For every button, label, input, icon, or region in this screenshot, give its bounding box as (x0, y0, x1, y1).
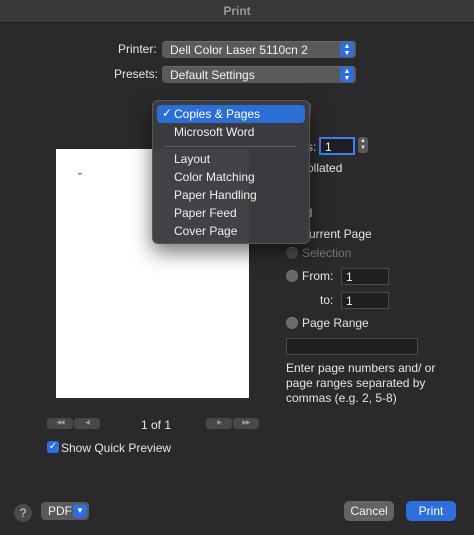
from-label: From: (302, 269, 334, 283)
selection-radio (286, 247, 298, 259)
title-bar: Print (0, 0, 474, 23)
menu-item-color-matching[interactable]: Color Matching (157, 168, 305, 186)
first-page-button[interactable]: ◀◀ (47, 418, 73, 429)
quick-preview-checkbox[interactable]: ✓ (47, 441, 59, 453)
menu-separator (165, 146, 297, 147)
pages-current-label: urrent Page (309, 227, 372, 241)
checkmark-icon: ✓ (162, 106, 173, 120)
section-menu: ✓ Copies & Pages Microsoft Word Layout C… (152, 100, 310, 244)
page-range-field[interactable] (286, 338, 418, 355)
menu-item-paper-handling[interactable]: Paper Handling (157, 186, 305, 204)
menu-item-label: Copies & Pages (174, 107, 261, 121)
copies-stepper[interactable]: ▲ ▼ (358, 137, 368, 153)
copies-value: 1 (325, 140, 332, 154)
from-value: 1 (346, 270, 353, 284)
menu-item-label: Layout (174, 152, 211, 166)
menu-item-label: Microsoft Word (174, 125, 255, 139)
popup-arrows-icon: ▲ ▼ (340, 67, 354, 82)
presets-value: Default Settings (170, 68, 255, 82)
last-page-button[interactable]: ▶▶ (233, 418, 259, 429)
quick-preview-label: Show Quick Preview (61, 441, 172, 455)
pdf-label: PDF (48, 504, 72, 518)
page-range-label: Page Range (302, 316, 369, 330)
pdf-menu-button[interactable]: PDF ▼ (41, 502, 89, 520)
page-indicator: 1 of 1 (141, 418, 172, 432)
menu-item-label: Cover Page (174, 224, 238, 238)
chevron-down-icon: ▼ (73, 504, 87, 518)
menu-item-label: Paper Feed (174, 206, 237, 220)
menu-item-layout[interactable]: Layout (157, 150, 305, 168)
cancel-button[interactable]: Cancel (344, 501, 394, 521)
help-button[interactable]: ? (14, 504, 32, 522)
menu-item-microsoft-word[interactable]: Microsoft Word (157, 123, 305, 141)
menu-item-label: Color Matching (174, 170, 255, 184)
to-label: to: (320, 293, 334, 307)
printer-label: Printer: (118, 42, 157, 56)
prev-page-button[interactable]: ◀ (74, 418, 100, 429)
printer-popup[interactable]: Dell Color Laser 5110cn 2 ▲ ▼ (162, 41, 356, 58)
selection-label: Selection (302, 246, 352, 260)
presets-label: Presets: (114, 67, 159, 81)
menu-item-paper-feed[interactable]: Paper Feed (157, 204, 305, 222)
menu-item-copies-pages[interactable]: ✓ Copies & Pages (157, 105, 305, 123)
print-button[interactable]: Print (406, 501, 456, 521)
from-radio[interactable] (286, 270, 298, 282)
window-title: Print (223, 4, 251, 18)
collated-label: ollated (307, 161, 343, 175)
menu-item-cover-page[interactable]: Cover Page (157, 222, 305, 240)
menu-item-label: Paper Handling (174, 188, 257, 202)
printer-value: Dell Color Laser 5110cn 2 (170, 43, 308, 57)
from-field[interactable]: 1 (341, 268, 389, 285)
to-field[interactable]: 1 (341, 292, 389, 309)
presets-popup[interactable]: Default Settings ▲ ▼ (162, 66, 356, 83)
preview-page-text: Itti (78, 171, 83, 176)
to-value: 1 (346, 294, 353, 308)
stepper-down-icon: ▼ (360, 145, 366, 151)
stepper-up-icon: ▲ (360, 138, 366, 144)
next-page-button[interactable]: ▶ (206, 418, 232, 429)
page-range-hint: Enter page numbers and/ or page ranges s… (286, 361, 436, 405)
popup-arrows-icon: ▲ ▼ (340, 42, 354, 57)
copies-field[interactable]: 1 (319, 137, 355, 155)
page-range-radio[interactable] (286, 317, 298, 329)
